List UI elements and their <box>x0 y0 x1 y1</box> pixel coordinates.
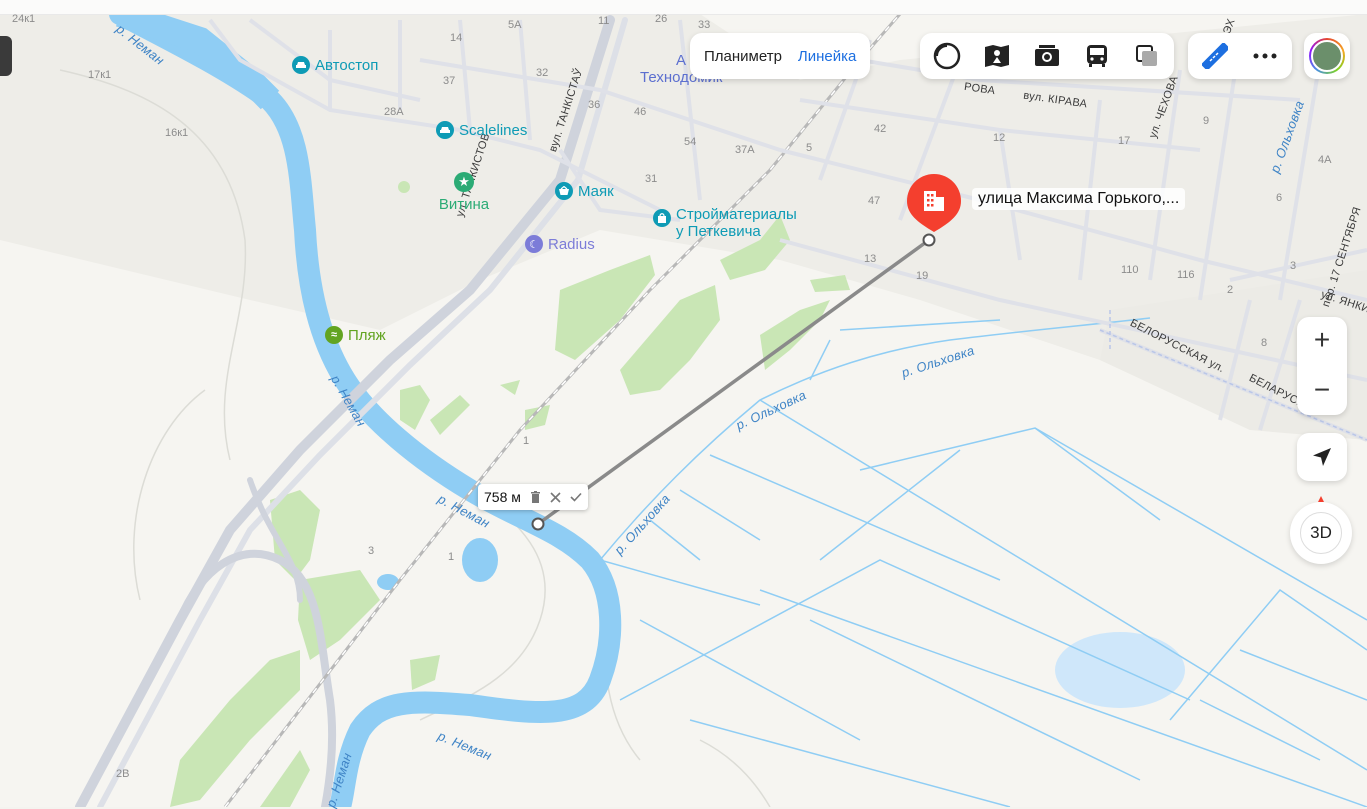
poi-plyazh[interactable]: ≈ Пляж <box>325 326 386 344</box>
distance-value: 758 м <box>484 489 521 505</box>
more-icon[interactable] <box>1240 34 1290 78</box>
poi-scalelines[interactable]: Scalelines <box>436 121 527 139</box>
zoom-out-button[interactable]: − <box>1297 372 1347 408</box>
ruler-mode-panel: Планиметр Линейка <box>690 33 871 79</box>
house-number: 11 <box>598 15 610 27</box>
house-number: 19 <box>916 270 929 282</box>
pond <box>462 538 498 582</box>
poi-radius[interactable]: ☾ Radius <box>525 235 595 253</box>
house-number: 116 <box>1177 269 1195 281</box>
tab-ruler[interactable]: Линейка <box>790 48 864 65</box>
measurement-popup: 758 м <box>478 484 588 510</box>
house-number: 42 <box>874 123 887 135</box>
transit-icon[interactable] <box>1072 34 1122 78</box>
house-number: 54 <box>684 136 697 148</box>
ruler-end-point <box>922 233 936 247</box>
photo-icon[interactable] <box>1022 34 1072 78</box>
house-number: 13 <box>864 253 877 265</box>
trash-icon[interactable] <box>530 491 541 503</box>
car-icon <box>436 121 454 139</box>
house-number: 37А <box>735 144 755 156</box>
house-number: 36 <box>588 99 601 111</box>
house-number: 17к1 <box>88 69 112 81</box>
zoom-in-button[interactable]: + <box>1297 322 1347 358</box>
star-icon: ★ <box>454 172 474 192</box>
marker-title[interactable]: улица Максима Горького,... <box>972 188 1186 210</box>
lake <box>1055 632 1185 708</box>
poi-label: Scalelines <box>459 121 528 139</box>
top-strip <box>0 0 1367 15</box>
ruler-icon[interactable] <box>1190 34 1240 78</box>
mode-3d-label: 3D <box>1310 523 1332 542</box>
side-panel-tab[interactable] <box>0 36 12 76</box>
house-number: 5 <box>806 142 813 154</box>
house-number: 2В <box>116 768 130 780</box>
building-icon <box>922 187 946 218</box>
house-number: 8 <box>1261 337 1268 349</box>
house-number: 33 <box>698 19 711 31</box>
poi-label: Пляж <box>348 326 386 344</box>
house-number: 46 <box>634 106 647 118</box>
close-icon[interactable] <box>550 491 561 503</box>
house-number: 37 <box>443 75 456 87</box>
moon-icon: ☾ <box>525 235 543 253</box>
poi-label: Маяк <box>578 182 614 200</box>
house-number: 24к1 <box>12 13 36 25</box>
house-number: 12 <box>993 132 1006 144</box>
house-number: 32 <box>536 67 549 79</box>
tab-planimeter[interactable]: Планиметр <box>696 48 790 65</box>
house-number: 1 <box>523 435 530 447</box>
avatar[interactable] <box>1304 33 1350 79</box>
poi-vitina[interactable]: ★ Витина <box>436 172 492 213</box>
house-number: 4А <box>1318 154 1332 166</box>
house-number: 16к1 <box>165 127 189 139</box>
house-number: 6 <box>1276 192 1283 204</box>
layers-icon[interactable] <box>922 34 972 78</box>
house-number: 26 <box>655 13 668 25</box>
poi-mayak[interactable]: Маяк <box>555 182 614 200</box>
shopping-bag-icon <box>653 209 671 227</box>
basket-icon <box>555 182 573 200</box>
map-style-icon[interactable] <box>1122 34 1172 78</box>
poi-label: Radius <box>548 235 595 253</box>
locate-button[interactable] <box>1297 433 1347 481</box>
house-number: 3 <box>368 545 375 557</box>
house-number: 17 <box>1118 135 1131 147</box>
house-number: 47 <box>868 195 881 207</box>
layers-panel <box>920 33 1174 79</box>
house-number: 31 <box>645 173 658 185</box>
ruler-start-point <box>531 517 545 531</box>
house-number: 9 <box>1203 115 1210 127</box>
poi-stroymaterialy[interactable]: Стройматериалы у Петкевича <box>653 206 797 240</box>
location-marker[interactable] <box>905 172 963 234</box>
poi-avtostop[interactable]: Автостоп <box>292 56 378 74</box>
house-number: 5А <box>508 19 522 31</box>
poi-label: Витина <box>438 196 490 213</box>
house-number: 3 <box>1290 260 1297 272</box>
poi-label-line1: Стройматериалы <box>676 206 797 223</box>
car-icon <box>292 56 310 74</box>
compass-3d-button[interactable]: 3D <box>1290 496 1352 564</box>
poi-label-line2: у Петкевича <box>676 223 761 240</box>
beach-icon: ≈ <box>325 326 343 344</box>
tools-panel <box>1188 33 1292 79</box>
panorama-icon[interactable] <box>972 34 1022 78</box>
compass-north-icon <box>1318 496 1324 502</box>
house-number: 28А <box>384 106 404 118</box>
locate-icon <box>1311 446 1333 468</box>
house-number: 1 <box>448 551 455 563</box>
house-number: 110 <box>1121 264 1139 276</box>
house-number: 14 <box>450 32 463 44</box>
check-icon[interactable] <box>570 492 582 502</box>
poi-label: Автостоп <box>315 56 379 74</box>
house-number: 2 <box>1227 284 1234 296</box>
